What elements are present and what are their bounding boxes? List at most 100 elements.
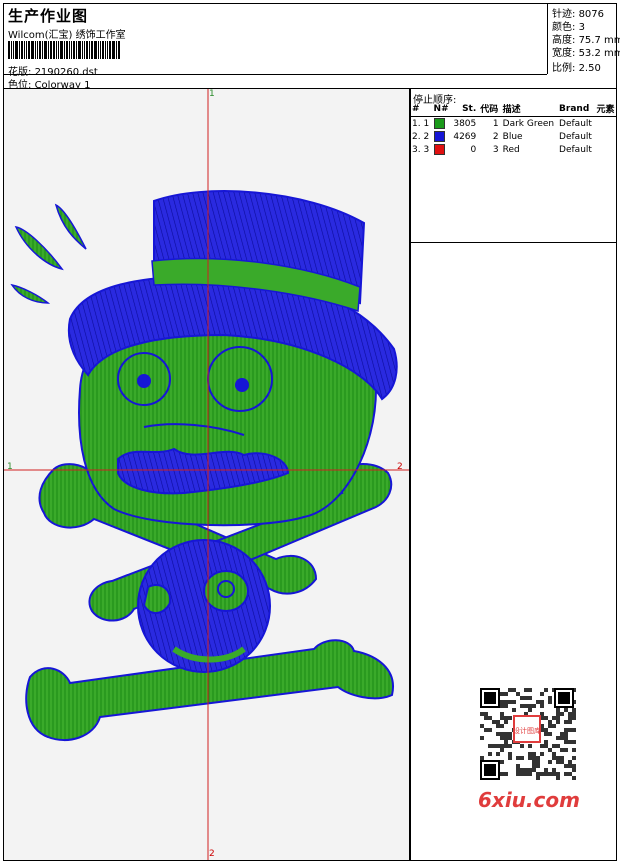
qr-module: [528, 696, 532, 700]
watermark-site: 6xiu.com: [478, 788, 580, 812]
axis-label-top: 1: [209, 89, 215, 99]
qr-module: [564, 708, 568, 712]
qr-module: [572, 768, 576, 772]
qr-finder: [484, 764, 496, 776]
row-description: Dark Green: [502, 118, 555, 129]
qr-module: [572, 740, 576, 744]
qr-module: [544, 744, 548, 748]
barcode: [8, 41, 144, 59]
qr-module: [548, 748, 552, 752]
qr-module: [500, 772, 504, 776]
qr-module: [504, 740, 508, 744]
qr-module: [528, 752, 532, 756]
barcode-bar: [76, 41, 77, 59]
design-canvas: 1 2 1 2: [3, 88, 411, 861]
qr-module: [500, 692, 504, 696]
qr-module: [544, 768, 548, 772]
color-swatch: [433, 131, 445, 142]
row-brand: Default: [559, 118, 592, 129]
qr-module: [548, 772, 552, 776]
barcode-bar: [73, 41, 75, 59]
qr-module: [492, 720, 496, 724]
qr-module: [532, 704, 536, 708]
qr-module: [552, 768, 556, 772]
qr-module: [528, 772, 532, 776]
qr-module: [520, 696, 524, 700]
row-index: 1. 1: [412, 118, 430, 129]
barcode-bar: [15, 41, 18, 59]
header-divider: [4, 74, 547, 75]
qr-module: [548, 732, 552, 736]
qr-module: [564, 772, 568, 776]
qr-module: [508, 736, 512, 740]
table-divider: [410, 242, 617, 243]
barcode-bar: [39, 41, 41, 59]
barcode-bar: [102, 41, 104, 59]
page-title: 生产作业图: [8, 7, 89, 25]
qr-module: [552, 772, 556, 776]
barcode-bar: [50, 41, 52, 59]
qr-module: [488, 716, 492, 720]
face-pupil-left: [137, 374, 151, 388]
table-header-row: # N# St. 代码 描述 Brand 元素: [410, 101, 617, 117]
barcode-bar: [118, 41, 120, 59]
qr-module: [536, 756, 540, 760]
row-swatch: [432, 117, 451, 131]
barcode-bar: [8, 41, 10, 59]
qr-module: [564, 740, 568, 744]
barcode-bar: [35, 41, 36, 59]
qr-module: [488, 744, 492, 748]
qr-module: [536, 776, 540, 780]
qr-module: [500, 748, 504, 752]
barcode-bar: [116, 41, 117, 59]
barcode-bar: [86, 41, 88, 59]
header-panel: 生产作业图 Wilcom(汇宝) 绣饰工作室 花版: 2190260.dst 色…: [3, 3, 620, 91]
qr-module: [556, 720, 560, 724]
qr-module: [556, 716, 560, 720]
barcode-bar: [21, 41, 23, 59]
barcode-bar: [37, 41, 38, 59]
barcode-bar: [98, 41, 99, 59]
qr-module: [480, 712, 484, 716]
qr-module: [556, 776, 560, 780]
qr-module: [504, 716, 508, 720]
qr-module: [572, 728, 576, 732]
qr-module: [484, 728, 488, 732]
barcode-bar: [28, 41, 30, 59]
barcode-bar: [58, 41, 59, 59]
qr-module: [504, 744, 508, 748]
qr-module: [564, 728, 568, 732]
qr-module: [524, 688, 528, 692]
qr-module: [504, 704, 508, 708]
col-index: #: [410, 101, 432, 117]
qr-module: [560, 732, 564, 736]
qr-module: [532, 760, 536, 764]
qr-module: [564, 732, 568, 736]
barcode-bar: [66, 41, 68, 59]
col-stitches: St.: [450, 101, 479, 117]
qr-module: [564, 720, 568, 724]
qr-module: [480, 756, 484, 760]
barcode-bar: [82, 41, 83, 59]
qr-module: [540, 752, 544, 756]
qr-module: [556, 712, 560, 716]
qr-module: [552, 756, 556, 760]
company-name: Wilcom(汇宝) 绣饰工作室: [8, 30, 126, 41]
qr-module: [480, 724, 484, 728]
qr-module: [500, 744, 504, 748]
qr-module: [544, 740, 548, 744]
qr-module: [528, 704, 532, 708]
row-index: 2. 2: [412, 131, 430, 142]
qr-module: [516, 764, 520, 768]
qr-finder: [484, 692, 496, 704]
qr-module: [540, 692, 544, 696]
qr-module: [504, 700, 508, 704]
qr-module: [536, 760, 540, 764]
barcode-bar: [91, 41, 93, 59]
qr-module: [560, 712, 564, 716]
table-row: 1. 1 3805 1 Dark Green Default: [410, 117, 617, 131]
qr-module: [524, 696, 528, 700]
skull-eye-left: [142, 584, 172, 614]
qr-module: [520, 756, 524, 760]
qr-code: 设计图库: [470, 680, 580, 788]
